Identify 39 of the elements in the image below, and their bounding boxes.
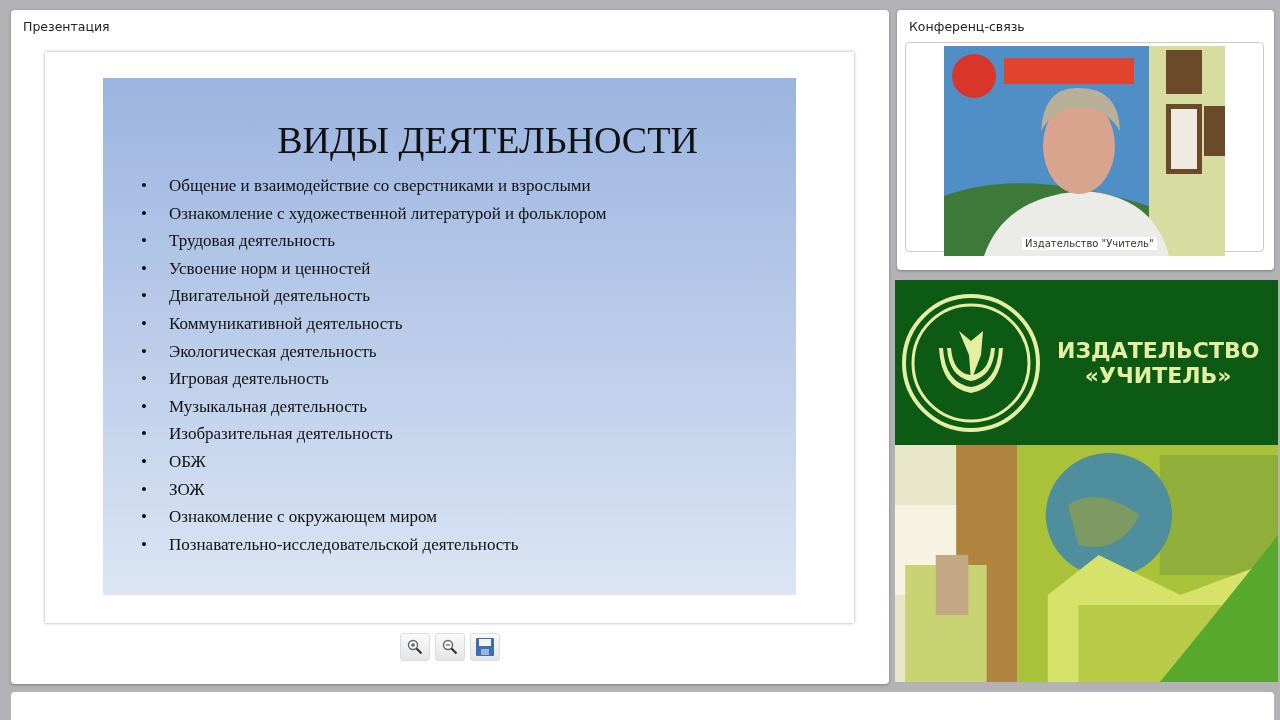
slide-list-item: ОБЖ	[169, 450, 206, 473]
slide-list-item: Изобразительная деятельность	[169, 423, 393, 446]
zoom-out-icon	[442, 639, 458, 655]
bullet: •	[141, 230, 148, 253]
bullet: •	[141, 478, 148, 501]
slide-list-item: Ознакомление с художественной литературой и фольклором	[169, 202, 607, 225]
slide-list-item: Музыкальная деятельность	[169, 395, 367, 418]
bullet: •	[141, 423, 148, 446]
banner-text: ИЗДАТЕЛЬСТВО	[1057, 337, 1260, 363]
slide-list-item: Экологическая деятельность	[169, 340, 377, 363]
bullet: •	[141, 533, 148, 556]
slide-list-item: Познавательно-исследовательской деятельность	[169, 533, 519, 556]
bullet: •	[141, 340, 148, 363]
bullet: •	[141, 395, 148, 418]
bullet: •	[141, 257, 148, 280]
bullet: •	[141, 368, 148, 391]
slide-list-item: Общение и взаимодействие со сверстниками и взрослыми	[169, 175, 591, 197]
zoom-in-icon	[407, 639, 423, 655]
panel-title: Презентация	[22, 18, 111, 34]
slide-list-item: Усвоение норм и ценностей	[169, 257, 371, 280]
banner-text: «УЧИТЕЛЬ»	[1084, 362, 1232, 388]
zoom-in-button[interactable]	[400, 633, 430, 661]
slide-list-item: Коммуникативной деятельность	[169, 312, 403, 335]
bullet: •	[141, 506, 148, 529]
slide-list-item: Игровая деятельность	[169, 368, 329, 391]
zoom-out-button[interactable]	[435, 633, 465, 661]
bullet: •	[141, 285, 148, 308]
bullet: •	[141, 202, 148, 225]
slide-list-item: ЗОЖ	[169, 478, 205, 501]
slide-list-item: Двигательной деятельность	[169, 285, 370, 308]
slide-list-item: Трудовая деятельность	[169, 230, 335, 253]
bullet: •	[141, 450, 148, 473]
video-caption: Издательство "Учитель"	[1022, 237, 1157, 250]
slide-list-item: Ознакомление с окружающем миром	[169, 506, 437, 529]
slide-heading: ВИДЫ ДЕЯТЕЛЬНОСТИ	[277, 118, 698, 162]
panel-title: Конференц-связь	[908, 18, 1026, 34]
bullet: •	[141, 175, 148, 197]
save-button[interactable]	[470, 633, 500, 661]
bullet: •	[141, 312, 148, 335]
